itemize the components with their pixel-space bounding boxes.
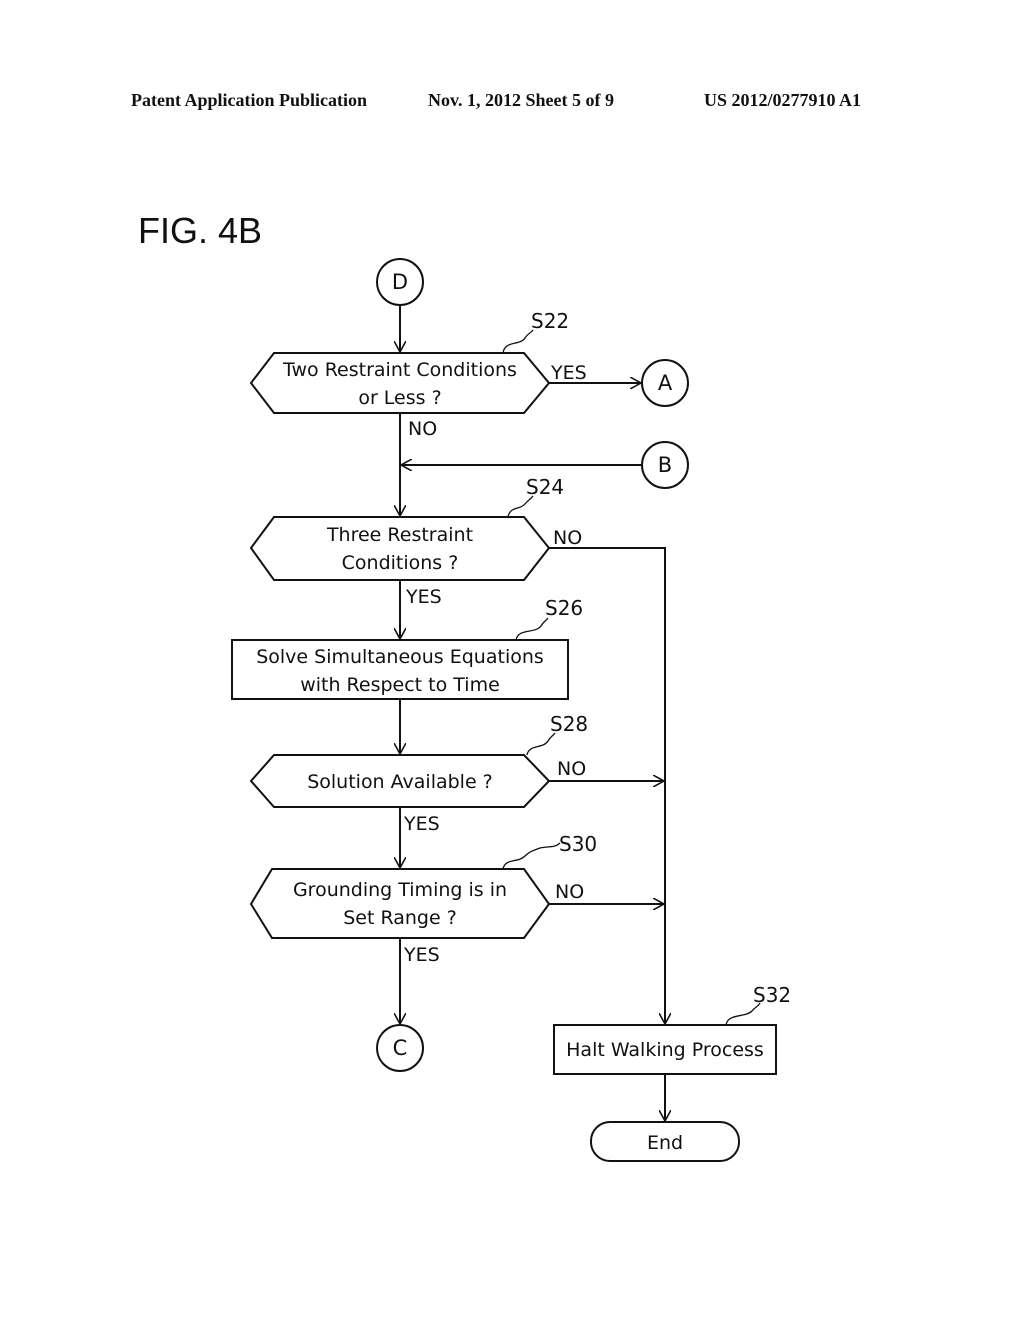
step-id-s22: S22 (531, 309, 569, 333)
connector-a-label: A (658, 371, 673, 395)
s26-line-1: Solve Simultaneous Equations (256, 646, 544, 668)
connector-b-label: B (658, 453, 672, 477)
s24-no-label: NO (553, 527, 582, 549)
step-id-s24: S24 (526, 475, 564, 499)
leader-s24 (507, 495, 534, 518)
s22-yes-label: YES (550, 362, 587, 384)
connector-c-label: C (393, 1036, 408, 1060)
leader-s26 (515, 617, 549, 641)
s22-line-2: or Less ? (358, 387, 441, 409)
s30-line-2: Set Range ? (343, 907, 457, 929)
s28-no-label: NO (557, 758, 586, 780)
s30-yes-label: YES (403, 944, 440, 966)
step-id-s26: S26 (545, 596, 583, 620)
leader-s22 (502, 329, 534, 354)
s26-line-2: with Respect to Time (300, 674, 500, 696)
s28-line-1: Solution Available ? (307, 771, 493, 793)
s24-yes-label: YES (405, 586, 442, 608)
flowchart: D A B C Two Restraint Conditions or Less… (231, 258, 791, 1162)
s28-yes-label: YES (403, 813, 440, 835)
s22-line-1: Two Restraint Conditions (282, 359, 517, 381)
connector-d-label: D (392, 270, 408, 294)
s24-line-1: Three Restraint (326, 524, 473, 546)
terminal-end-label: End (647, 1132, 683, 1154)
step-id-s32: S32 (753, 983, 791, 1007)
s22-no-label: NO (408, 418, 437, 440)
s32-line-1: Halt Walking Process (566, 1039, 764, 1061)
leader-s30 (502, 842, 561, 870)
s30-no-label: NO (555, 881, 584, 903)
s24-line-2: Conditions ? (342, 552, 459, 574)
step-id-s30: S30 (559, 832, 597, 856)
leader-s28 (526, 732, 556, 756)
s30-line-1: Grounding Timing is in (293, 879, 507, 901)
step-id-s28: S28 (550, 712, 588, 736)
